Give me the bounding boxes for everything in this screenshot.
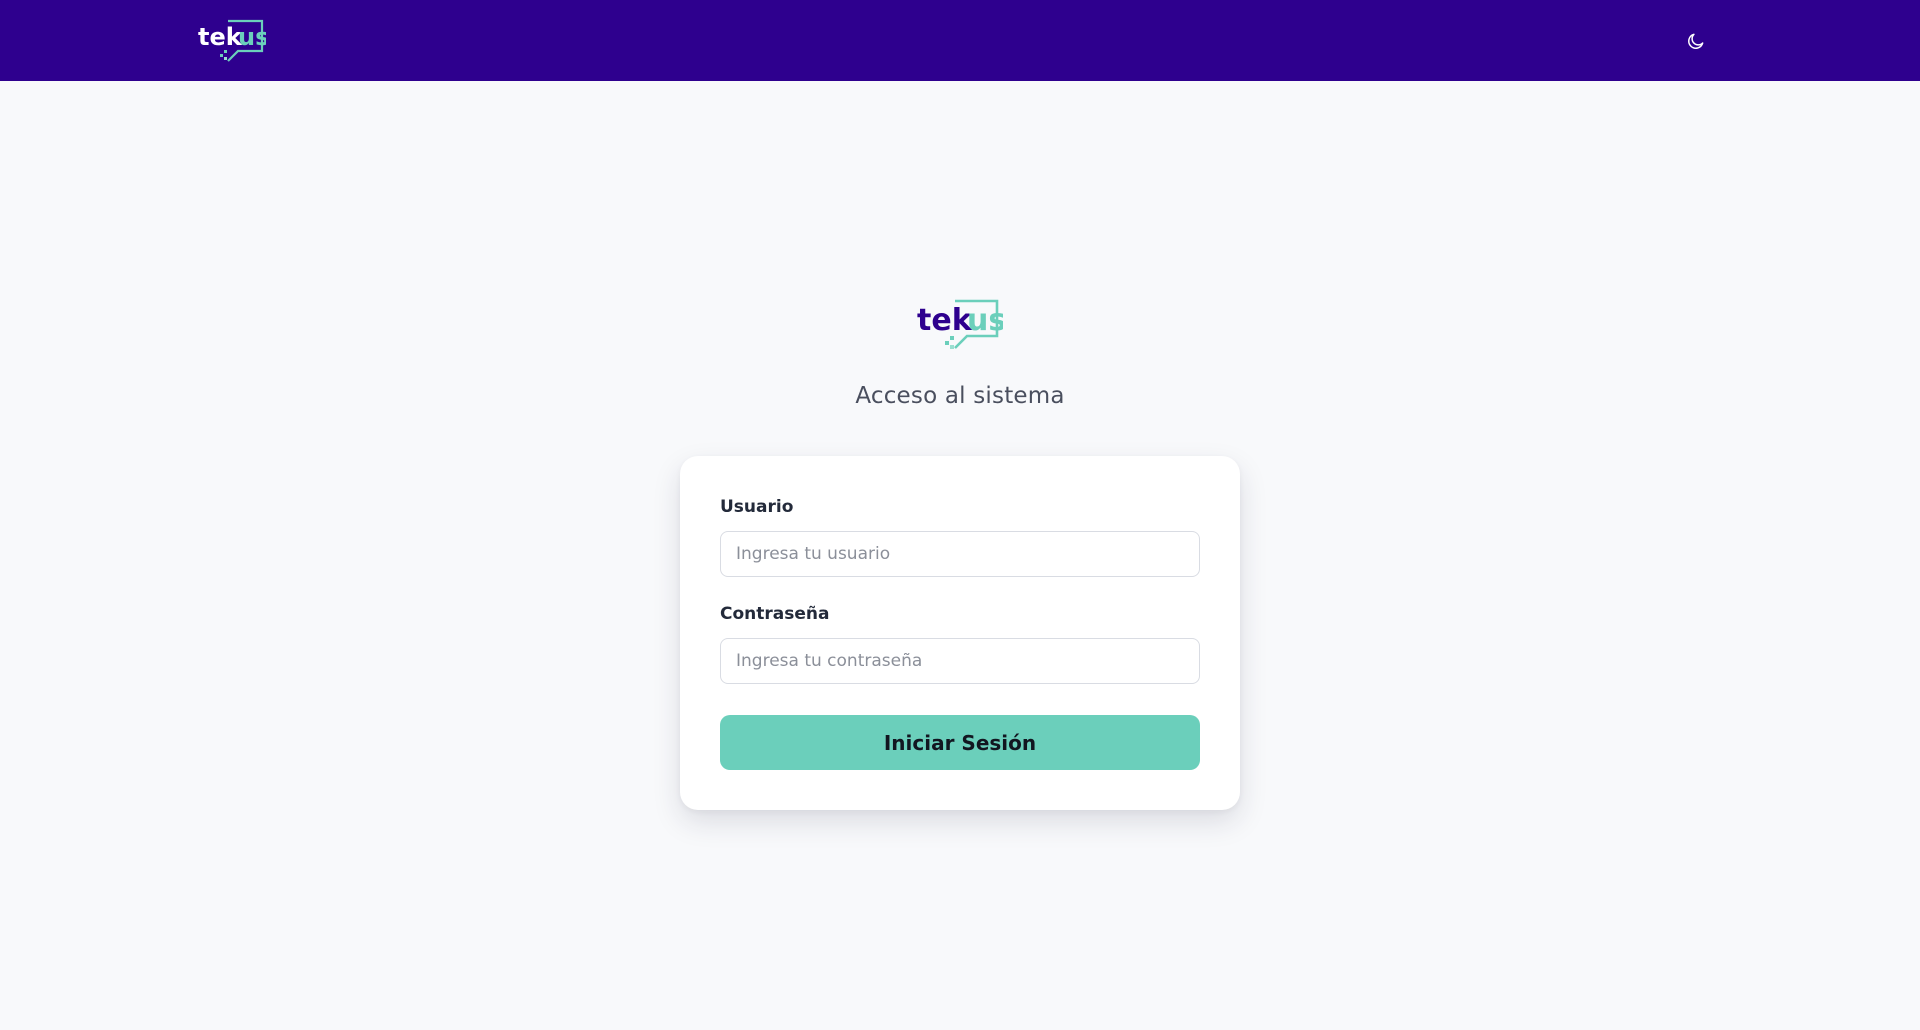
login-submit-button[interactable]: Iniciar Sesión	[720, 715, 1200, 770]
password-label: Contraseña	[720, 604, 830, 624]
theme-toggle-button[interactable]	[1684, 29, 1708, 53]
svg-text:tek: tek	[917, 303, 973, 338]
tekus-logo-mark: tek us	[198, 19, 269, 62]
tekus-logo[interactable]: tek us	[198, 17, 269, 63]
top-navigation-bar: tek us	[0, 0, 1920, 81]
username-label: Usuario	[720, 497, 794, 517]
svg-text:us: us	[967, 303, 1003, 338]
tekus-logo-mark-large: tek us	[917, 299, 1006, 349]
moon-icon	[1688, 33, 1704, 49]
password-input[interactable]	[720, 638, 1200, 684]
login-card: Usuario Contraseña Iniciar Sesión	[680, 456, 1240, 810]
username-input[interactable]	[720, 531, 1200, 577]
tekus-logo-large: tek us	[917, 296, 1006, 352]
svg-text:us: us	[238, 23, 266, 51]
svg-text:tek: tek	[198, 23, 243, 51]
page-subtitle: Acceso al sistema	[855, 383, 1065, 409]
